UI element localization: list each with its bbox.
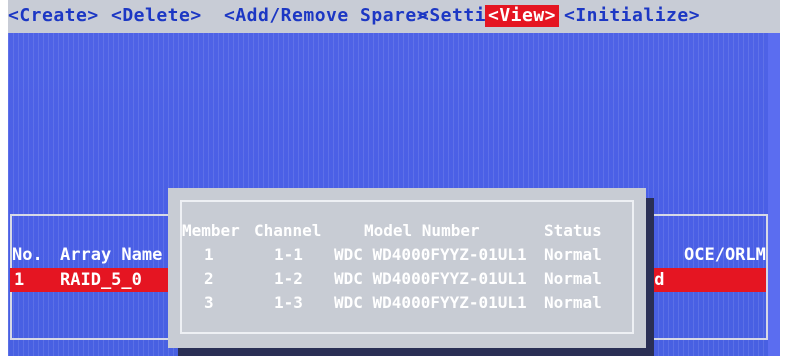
- member-number: 3: [204, 293, 214, 312]
- menu-add-remove-spare[interactable]: <Add/Remove Spare>: [224, 5, 428, 27]
- member-channel: 1-1: [274, 245, 303, 264]
- menu-create[interactable]: <Create>: [8, 5, 99, 27]
- menu-initialize[interactable]: <Initialize>: [564, 5, 700, 27]
- popup-header-status: Status: [544, 221, 602, 240]
- member-model: WDC WD4000FYYZ-01UL1: [334, 269, 527, 288]
- member-status: Normal: [544, 245, 602, 264]
- popup-header-member: Member: [182, 221, 240, 240]
- member-model: WDC WD4000FYYZ-01UL1: [334, 245, 527, 264]
- menu-delete[interactable]: <Delete>: [111, 5, 202, 27]
- bios-raid-screen: <Create> <Delete> <Add/Remove Spare> <Se…: [8, 0, 780, 356]
- member-number: 2: [204, 269, 214, 288]
- column-header-no: No.: [12, 245, 43, 265]
- member-model: WDC WD4000FYYZ-01UL1: [334, 293, 527, 312]
- popup-header-model: Model Number: [364, 221, 480, 240]
- popup-header-channel: Channel: [254, 221, 322, 240]
- column-header-array-name: Array Name: [60, 245, 163, 265]
- array-name[interactable]: RAID_5_0: [60, 269, 142, 291]
- member-status: Normal: [544, 293, 602, 312]
- right-divider: [768, 33, 780, 356]
- menu-bar: <Create> <Delete> <Add/Remove Spare> <Se…: [8, 0, 780, 33]
- column-header-oce-orlm: OCE/ORLM: [684, 245, 766, 265]
- array-number[interactable]: 1: [14, 269, 24, 291]
- member-channel: 1-2: [274, 269, 303, 288]
- member-channel: 1-3: [274, 293, 303, 312]
- menu-view[interactable]: <View>: [485, 5, 560, 27]
- member-number: 1: [204, 245, 214, 264]
- member-status: Normal: [544, 269, 602, 288]
